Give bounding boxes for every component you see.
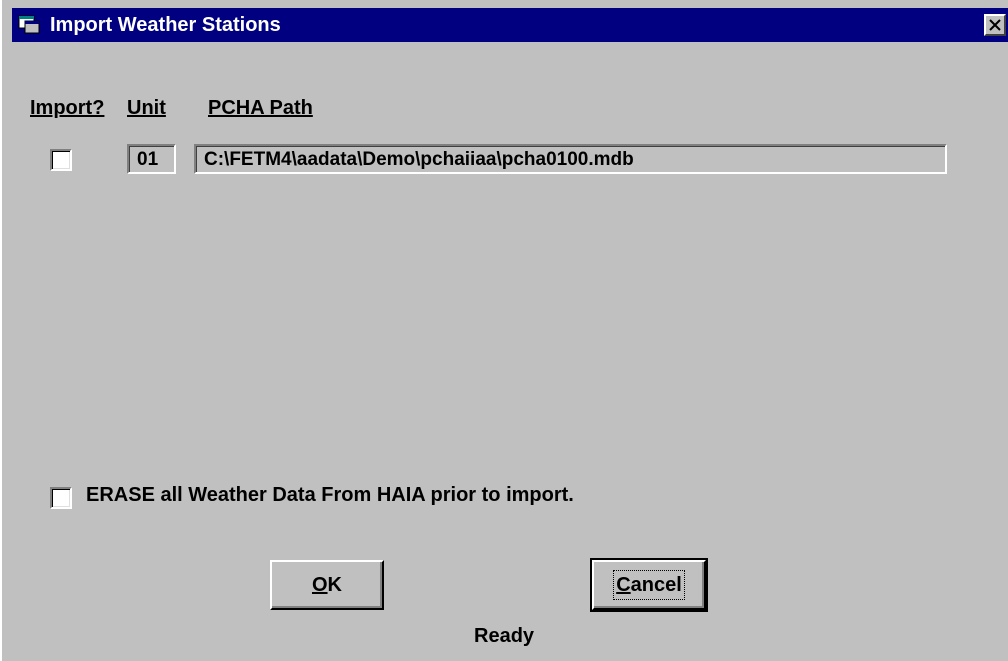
column-header-pcha-path: PCHA Path	[208, 97, 313, 119]
ok-button[interactable]: OK	[270, 560, 384, 610]
app-window-icon	[18, 14, 40, 34]
focus-indicator: Cancel	[613, 570, 685, 600]
window-title: Import Weather Stations	[50, 14, 281, 36]
status-text: Ready	[474, 625, 535, 647]
title-bar[interactable]: Import Weather Stations	[12, 8, 1008, 42]
column-header-import: Import?	[30, 97, 105, 119]
close-button[interactable]	[984, 14, 1006, 36]
cancel-button[interactable]: Cancel	[590, 558, 708, 612]
cancel-mnemonic: C	[616, 574, 631, 596]
unit-field[interactable]: 01	[127, 144, 176, 174]
import-weather-stations-dialog: Import Weather Stations Import? Unit PCH…	[0, 0, 1008, 661]
close-icon	[989, 19, 1001, 31]
import-checkbox[interactable]	[50, 149, 72, 171]
erase-checkbox-label[interactable]: ERASE all Weather Data From HAIA prior t…	[86, 484, 574, 507]
pcha-path-field[interactable]: C:\FETM4\aadata\Demo\pchaiiaa\pcha0100.m…	[194, 144, 947, 174]
cancel-label: ancel	[630, 574, 682, 596]
ok-mnemonic: O	[311, 574, 328, 596]
ok-label: K	[327, 574, 342, 596]
erase-checkbox[interactable]	[50, 487, 72, 509]
column-header-unit: Unit	[127, 97, 166, 119]
